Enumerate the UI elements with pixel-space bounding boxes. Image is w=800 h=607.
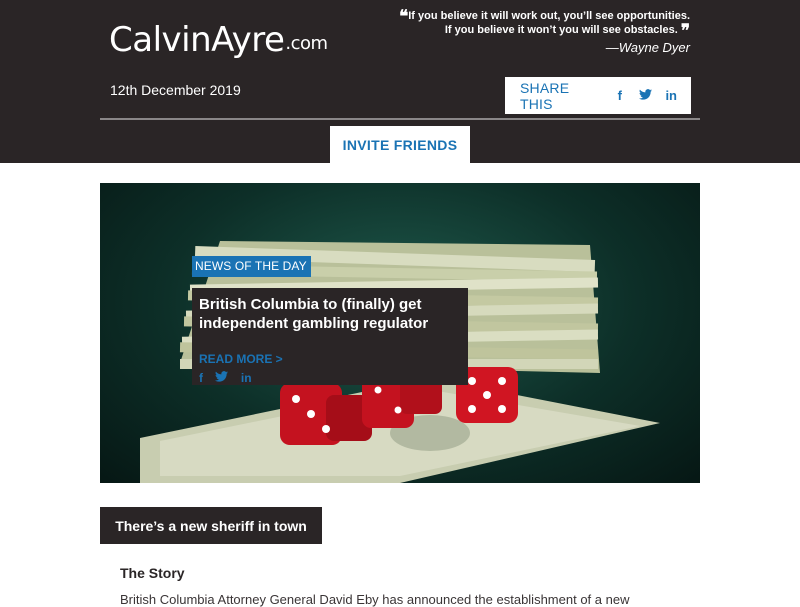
logo-tld-text: .com bbox=[285, 33, 328, 54]
read-more-link[interactable]: READ MORE > bbox=[199, 352, 460, 366]
calvinayre-logo[interactable]: CalvinAyre.com bbox=[109, 20, 328, 60]
share-box: SHARE THIS f in bbox=[505, 77, 691, 114]
story-heading: The Story bbox=[120, 565, 185, 581]
quote-line-2: If you believe it won’t you will see obs… bbox=[444, 24, 678, 36]
invite-friends-button[interactable]: INVITE FRIENDS bbox=[330, 126, 470, 163]
twitter-icon[interactable] bbox=[215, 371, 229, 385]
facebook-icon[interactable]: f bbox=[614, 88, 625, 103]
section-title: There’s a new sheriff in town bbox=[100, 507, 322, 544]
news-share-icons: f in bbox=[199, 369, 460, 387]
facebook-icon[interactable]: f bbox=[199, 371, 203, 385]
header-divider bbox=[100, 118, 700, 120]
open-quote-icon: ❝ bbox=[399, 7, 409, 27]
quote-author: —Wayne Dyer bbox=[605, 40, 690, 55]
news-of-the-day-tag: NEWS OF THE DAY bbox=[192, 256, 311, 277]
news-card: British Columbia to (finally) get indepe… bbox=[192, 288, 468, 385]
logo-main-text: CalvinAyre bbox=[109, 20, 285, 60]
issue-date: 12th December 2019 bbox=[110, 82, 241, 98]
header-quote: ❝If you believe it will work out, you’ll… bbox=[399, 7, 690, 55]
linkedin-icon[interactable]: in bbox=[665, 88, 677, 103]
share-label: SHARE THIS bbox=[520, 79, 570, 112]
news-headline[interactable]: British Columbia to (finally) get indepe… bbox=[199, 295, 460, 333]
twitter-icon[interactable] bbox=[639, 88, 653, 103]
linkedin-icon[interactable]: in bbox=[241, 371, 252, 385]
close-quote-icon: ❞ bbox=[680, 21, 690, 41]
quote-line-1: If you believe it will work out, you’ll … bbox=[408, 10, 690, 22]
